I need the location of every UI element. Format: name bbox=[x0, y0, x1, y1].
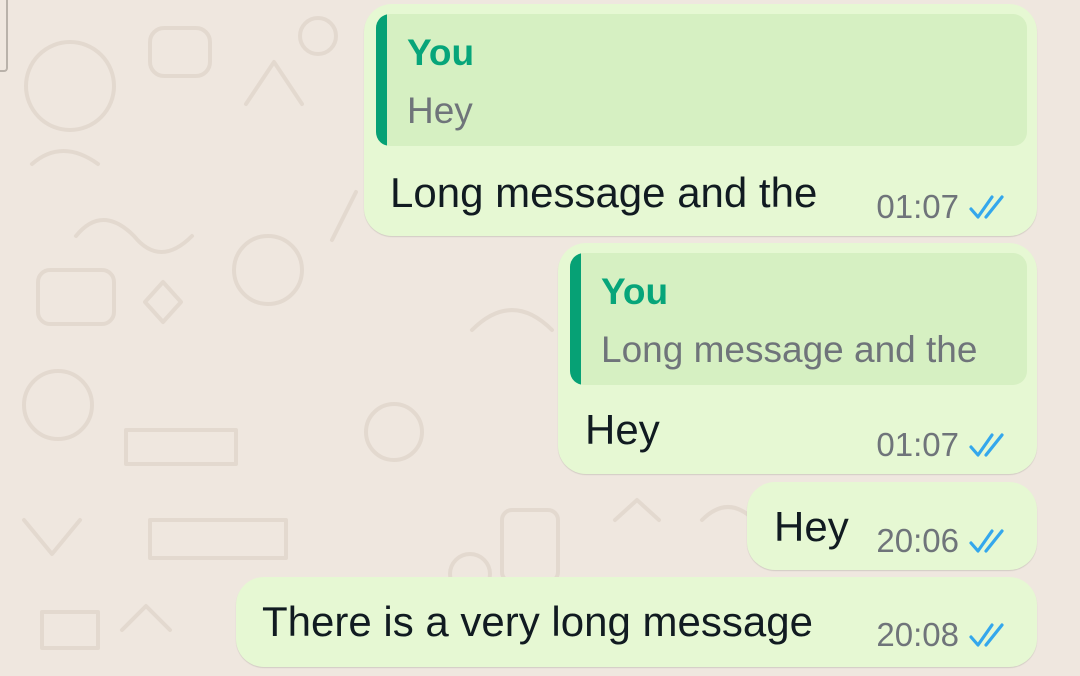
reply-quote-author: You bbox=[407, 32, 475, 73]
message-text: Hey bbox=[774, 503, 849, 550]
message-meta: 01:07 bbox=[876, 190, 1013, 223]
double-check-read-icon bbox=[969, 622, 1004, 647]
reply-quote-accent-bar bbox=[376, 14, 387, 146]
outgoing-message[interactable]: There is a very long message 20:08 bbox=[236, 577, 1037, 667]
message-meta: 20:06 bbox=[876, 524, 1013, 557]
message-text: There is a very long message bbox=[262, 598, 813, 645]
message-meta: 20:08 bbox=[876, 618, 1013, 651]
double-check-read-icon bbox=[969, 432, 1004, 457]
outgoing-message[interactable]: You Hey Long message and the 01:07 bbox=[364, 4, 1037, 236]
message-time: 20:06 bbox=[876, 522, 959, 559]
message-time: 20:08 bbox=[876, 616, 959, 653]
reply-quote-preview[interactable]: You Hey bbox=[376, 14, 1027, 146]
message-time: 01:07 bbox=[876, 426, 959, 463]
reply-quote-preview[interactable]: You Long message and the bbox=[570, 253, 1027, 385]
double-check-read-icon bbox=[969, 528, 1004, 553]
reply-quote-text: Hey bbox=[407, 90, 473, 131]
message-meta: 01:07 bbox=[876, 428, 1013, 461]
reply-quote-author: You bbox=[601, 271, 669, 312]
message-text: Long message and the bbox=[390, 169, 818, 216]
reply-quote-text: Long message and the bbox=[601, 329, 978, 370]
chat-message-list[interactable]: You Hey Long message and the 01:07 You L… bbox=[0, 0, 1080, 676]
outgoing-message[interactable]: You Long message and the Hey 01:07 bbox=[558, 243, 1037, 474]
reply-quote-accent-bar bbox=[570, 253, 581, 385]
message-time: 01:07 bbox=[876, 188, 959, 225]
double-check-read-icon bbox=[969, 194, 1004, 219]
message-text: Hey bbox=[585, 406, 660, 453]
outgoing-message[interactable]: Hey 20:06 bbox=[747, 482, 1037, 570]
